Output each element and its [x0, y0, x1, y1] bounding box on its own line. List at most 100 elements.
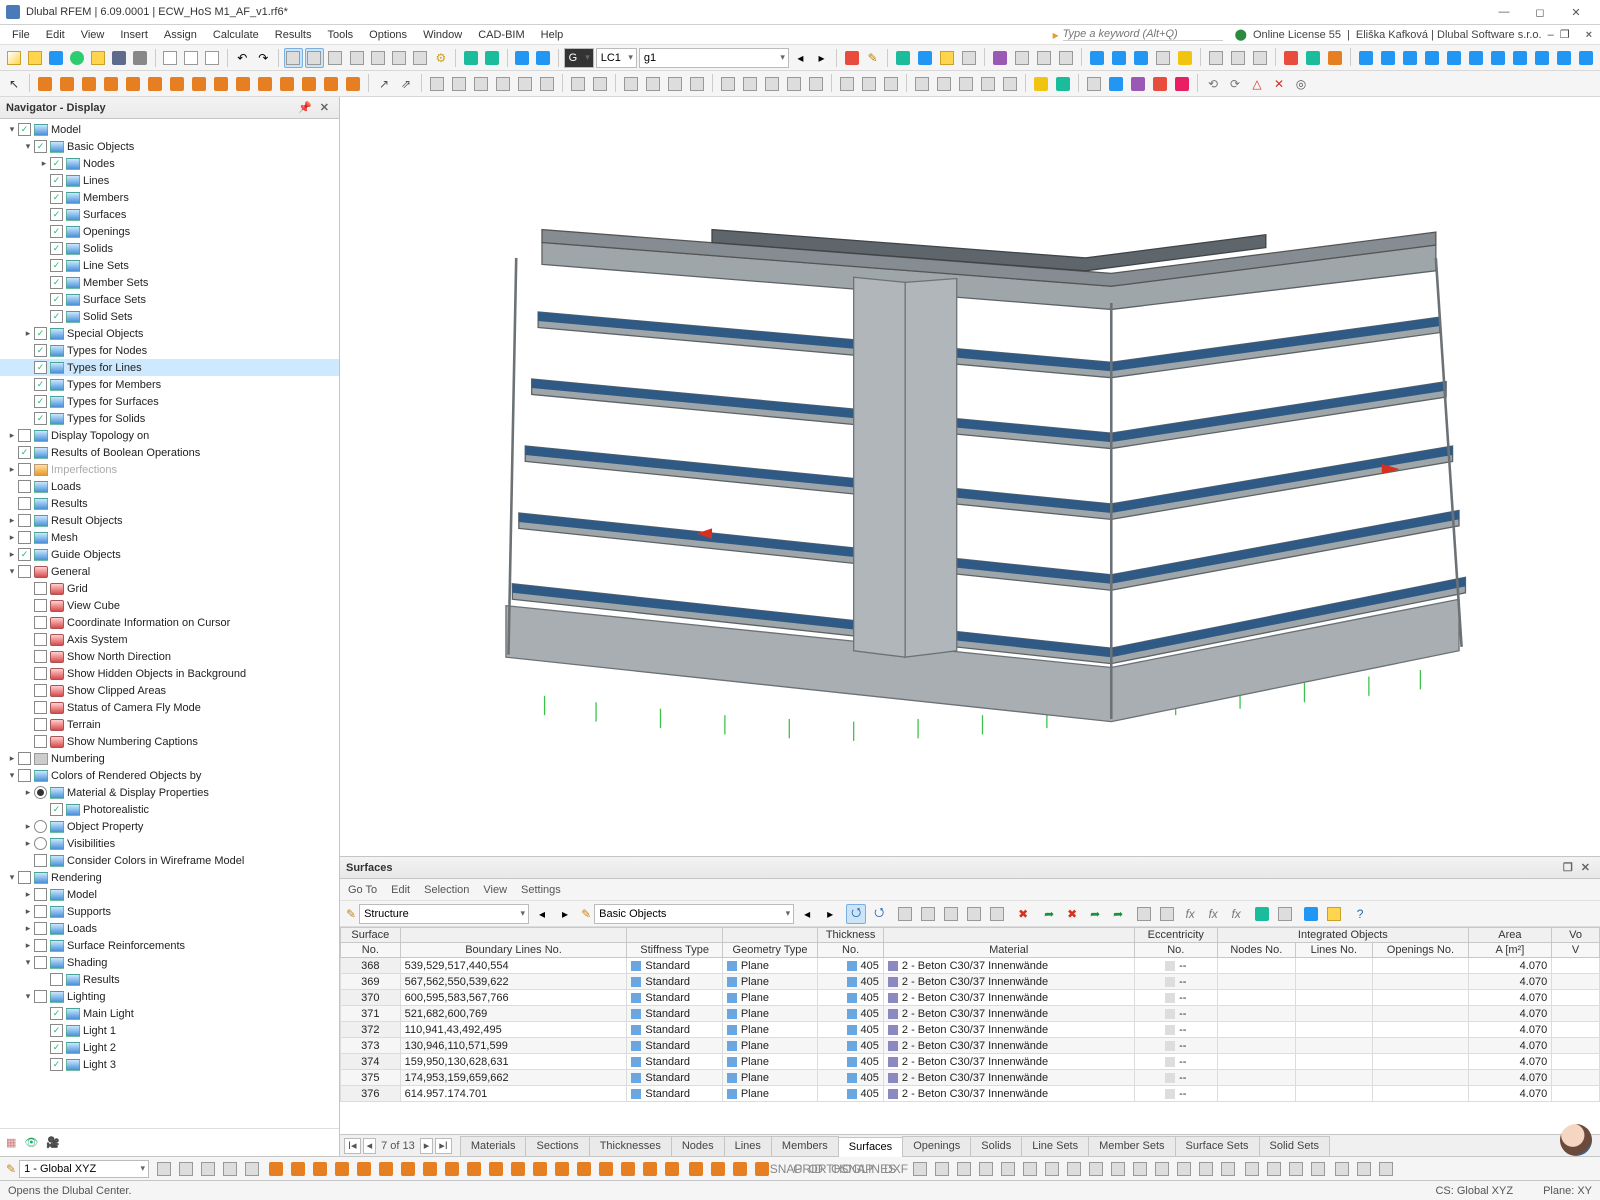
sn6[interactable]: DXF — [886, 1159, 906, 1179]
g15[interactable] — [1218, 1159, 1238, 1179]
menu-help[interactable]: Help — [533, 27, 572, 43]
tree-item-lighting[interactable]: ▾Lighting — [0, 988, 339, 1005]
table-row[interactable]: 368539,529,517,440,554StandardPlane4052 … — [341, 958, 1600, 974]
tab-prev[interactable]: ◂ — [363, 1138, 377, 1154]
tree-item-lines[interactable]: ✓Lines — [0, 172, 339, 189]
lc-prev[interactable]: ◂ — [791, 48, 810, 68]
tree-item-loads[interactable]: Loads — [0, 478, 339, 495]
w7[interactable] — [1172, 74, 1192, 94]
hdr-tno[interactable]: No. — [818, 943, 884, 958]
submenu-settings[interactable]: Settings — [521, 884, 561, 896]
f4[interactable] — [220, 1159, 240, 1179]
f6[interactable] — [266, 1159, 286, 1179]
tree-item-object-property[interactable]: ▸Object Property — [0, 818, 339, 835]
x5[interactable]: ◎ — [1291, 74, 1311, 94]
menu-window[interactable]: Window — [415, 27, 470, 43]
tb1D[interactable] — [1576, 48, 1596, 68]
f10[interactable] — [354, 1159, 374, 1179]
tree-item-consider-colors-in-wireframe-model[interactable]: Consider Colors in Wireframe Model — [0, 852, 339, 869]
n11[interactable] — [255, 74, 275, 94]
prev-cat[interactable]: ◂ — [532, 904, 552, 924]
tb-b[interactable] — [1157, 904, 1177, 924]
n2[interactable] — [57, 74, 77, 94]
menu-assign[interactable]: Assign — [156, 27, 205, 43]
hdr-area[interactable]: Area — [1468, 928, 1552, 943]
open-button[interactable] — [25, 48, 44, 68]
tree-item-results[interactable]: Results — [0, 495, 339, 512]
x4[interactable]: ✕ — [1269, 74, 1289, 94]
minimize-button[interactable]: — — [1486, 1, 1522, 23]
save-button[interactable] — [109, 48, 128, 68]
h5[interactable] — [1332, 1159, 1352, 1179]
g1[interactable] — [910, 1159, 930, 1179]
rx2-button[interactable] — [534, 48, 553, 68]
gtb4[interactable] — [964, 904, 984, 924]
v10[interactable] — [837, 74, 857, 94]
lc-next[interactable]: ▸ — [812, 48, 831, 68]
tb1n[interactable] — [1206, 48, 1226, 68]
nav-tab-views-icon[interactable]: 🎥 — [46, 1136, 60, 1149]
n7[interactable] — [167, 74, 187, 94]
table-row[interactable]: 373130,946,110,571,599StandardPlane4052 … — [341, 1038, 1600, 1054]
tb1r[interactable] — [1303, 48, 1323, 68]
tree-item-surfaces[interactable]: ✓Surfaces — [0, 206, 339, 223]
tree-item-rendering[interactable]: ▾Rendering — [0, 869, 339, 886]
g10[interactable] — [1108, 1159, 1128, 1179]
tab-surface-sets[interactable]: Surface Sets — [1175, 1136, 1260, 1156]
f26[interactable] — [708, 1159, 728, 1179]
table3-button[interactable] — [389, 48, 408, 68]
m5[interactable] — [471, 74, 491, 94]
window1-button[interactable] — [284, 48, 303, 68]
tree-item-model[interactable]: ▾✓Model — [0, 121, 339, 138]
v5[interactable] — [718, 74, 738, 94]
navigator-tree[interactable]: ▾✓Model▾✓Basic Objects▸✓Nodes✓Lines✓Memb… — [0, 119, 339, 1128]
tb1w[interactable] — [1422, 48, 1442, 68]
cursor-icon[interactable]: ↖ — [4, 74, 24, 94]
tb1h[interactable] — [1056, 48, 1076, 68]
g11[interactable] — [1130, 1159, 1150, 1179]
tb-a[interactable] — [1134, 904, 1154, 924]
block-button[interactable] — [46, 48, 65, 68]
help-icon[interactable]: ? — [1350, 904, 1370, 924]
tree-item-imperfections[interactable]: ▸Imperfections — [0, 461, 339, 478]
tab-solid-sets[interactable]: Solid Sets — [1259, 1136, 1331, 1156]
tab-last[interactable]: ▸I — [435, 1138, 452, 1154]
tb1m[interactable] — [1175, 48, 1195, 68]
f22[interactable] — [618, 1159, 638, 1179]
arr-g2[interactable]: ➦ — [1085, 904, 1105, 924]
tb1t[interactable] — [1356, 48, 1376, 68]
tb1q[interactable] — [1281, 48, 1301, 68]
tab-lines[interactable]: Lines — [724, 1136, 772, 1156]
v7[interactable] — [762, 74, 782, 94]
tree-item-show-hidden-objects-in-background[interactable]: Show Hidden Objects in Background — [0, 665, 339, 682]
v13[interactable] — [912, 74, 932, 94]
doc3-button[interactable] — [203, 48, 222, 68]
hdr-am2[interactable]: A [m²] — [1468, 943, 1552, 958]
hdr-eno[interactable]: No. — [1134, 943, 1218, 958]
tree-item-result-objects[interactable]: ▸Result Objects — [0, 512, 339, 529]
m6[interactable] — [493, 74, 513, 94]
tree-item-photorealistic[interactable]: ✓Photorealistic — [0, 801, 339, 818]
tb1v[interactable] — [1400, 48, 1420, 68]
n14[interactable] — [321, 74, 341, 94]
tree-item-terrain[interactable]: Terrain — [0, 716, 339, 733]
rx1-button[interactable] — [512, 48, 531, 68]
pencil2-icon[interactable]: ✎ — [581, 908, 591, 920]
undo-button[interactable]: ↶ — [233, 48, 252, 68]
f12[interactable] — [398, 1159, 418, 1179]
n5[interactable] — [123, 74, 143, 94]
tb1A[interactable] — [1510, 48, 1530, 68]
menu-file[interactable]: File — [4, 27, 38, 43]
tree-item-results-of-boolean-operations[interactable]: ✓Results of Boolean Operations — [0, 444, 339, 461]
tb-c2[interactable] — [1275, 904, 1295, 924]
submenu-edit[interactable]: Edit — [391, 884, 410, 896]
f3[interactable] — [198, 1159, 218, 1179]
tab-first[interactable]: I◂ — [344, 1138, 361, 1154]
tree-item-coordinate-information-on-cursor[interactable]: Coordinate Information on Cursor — [0, 614, 339, 631]
menu-edit[interactable]: Edit — [38, 27, 73, 43]
doc-restore[interactable]: ❐ — [1560, 28, 1570, 41]
sel-mode1[interactable]: ⭯ — [846, 904, 866, 924]
table1-button[interactable] — [347, 48, 366, 68]
prev-obj[interactable]: ◂ — [797, 904, 817, 924]
tb1a[interactable] — [893, 48, 913, 68]
